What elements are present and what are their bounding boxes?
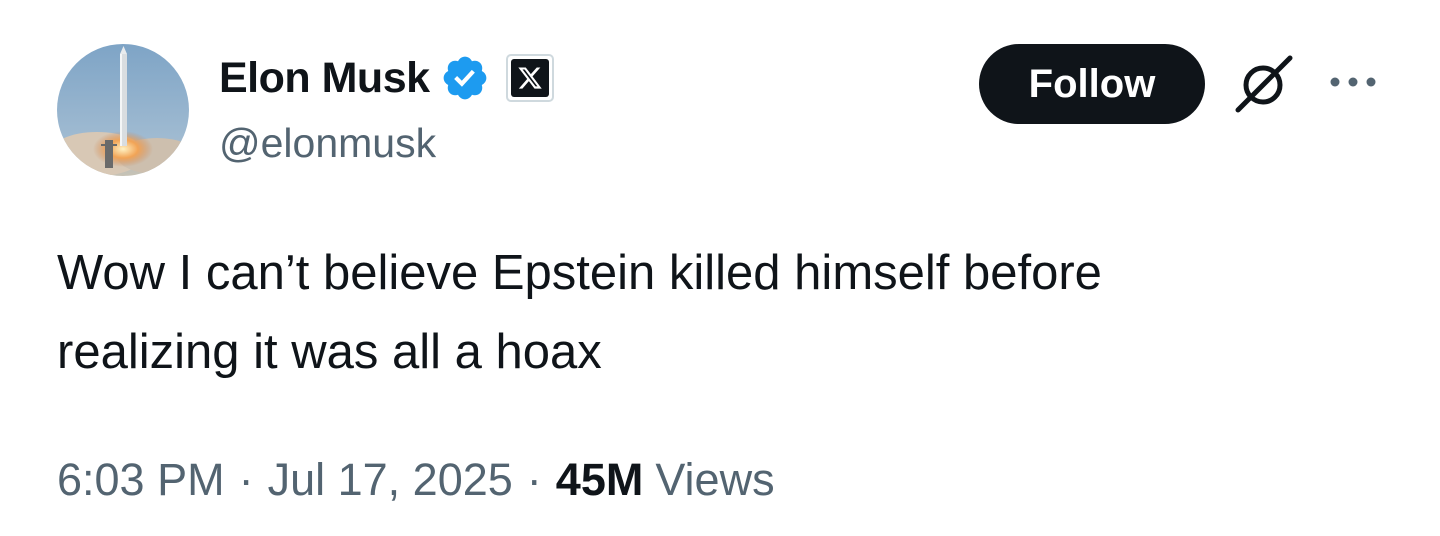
author-name-row: Elon Musk [219,50,554,106]
avatar[interactable] [57,44,189,176]
views-count[interactable]: 45M [556,454,644,506]
tweet-meta: 6:03 PM · Jul 17, 2025 · 45M Views [57,450,775,510]
more-options-icon[interactable] [1328,70,1378,94]
display-name[interactable]: Elon Musk [219,54,430,103]
separator-dot: · [238,454,254,505]
tweet-date[interactable]: Jul 17, 2025 [268,454,513,506]
verified-badge-icon[interactable] [440,53,490,103]
tweet-text: Wow I can’t believe Epstein killed himse… [57,246,1102,379]
follow-button[interactable]: Follow [979,44,1205,124]
x-logo-icon [510,59,549,97]
rocket-launch-avatar-image [57,44,189,176]
tweet-card: Elon Musk @elonmusk Follow Wow I can’t b… [0,0,1440,536]
affiliate-badge[interactable] [505,54,554,102]
author-handle[interactable]: @elonmusk [219,120,436,167]
separator-dot: · [526,454,542,505]
grok-icon[interactable] [1232,54,1296,114]
tweet-time[interactable]: 6:03 PM [57,454,225,506]
views-label[interactable]: Views [655,454,774,506]
